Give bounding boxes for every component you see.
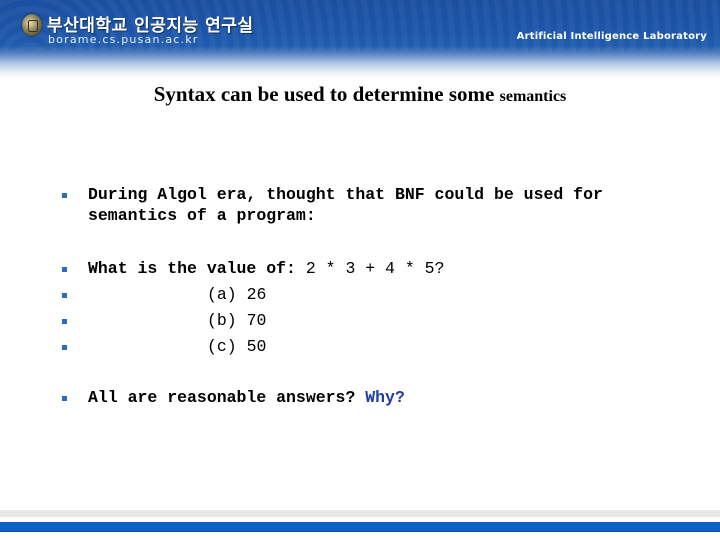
footer-gray-bar: [0, 510, 720, 517]
slide-title: Syntax can be used to determine some sem…: [0, 82, 720, 107]
bullet-marker: [62, 345, 67, 350]
slide-title-main: Syntax can be used to determine some: [153, 82, 500, 106]
bullet-algol-line1: During Algol era, thought that BNF could…: [88, 185, 603, 204]
bullet-reasonable: All are reasonable answers? Why?: [88, 388, 405, 407]
bullet-marker: [62, 193, 67, 198]
bullet-marker: [62, 319, 67, 324]
footer-blue-bar: [0, 522, 720, 532]
why-highlight: Why?: [365, 388, 405, 407]
lab-url: borame.cs.pusan.ac.kr: [48, 33, 199, 46]
option-b: (b) 70: [207, 311, 267, 330]
bullet-question: What is the value of: 2 * 3 + 4 * 5?: [88, 259, 444, 278]
bullet-marker: [62, 293, 67, 298]
bullet-marker: [62, 396, 67, 401]
slide-title-small: semantics: [499, 88, 567, 105]
reasonable-prefix: All are reasonable answers?: [88, 388, 366, 407]
question-expression: 2 * 3 + 4 * 5?: [305, 259, 445, 278]
option-a: (a) 26: [207, 285, 267, 304]
university-seal-icon: [22, 14, 42, 36]
slide-header-banner: 부산대학교 인공지능 연구실 borame.cs.pusan.ac.kr Art…: [0, 0, 720, 78]
option-c: (c) 50: [207, 337, 267, 356]
question-prefix: What is the value of:: [88, 259, 306, 278]
bullet-marker: [62, 267, 67, 272]
bullet-algol-line2: semantics of a program:: [88, 206, 316, 225]
lab-name-english: Artificial Intelligence Laboratory: [516, 31, 707, 42]
